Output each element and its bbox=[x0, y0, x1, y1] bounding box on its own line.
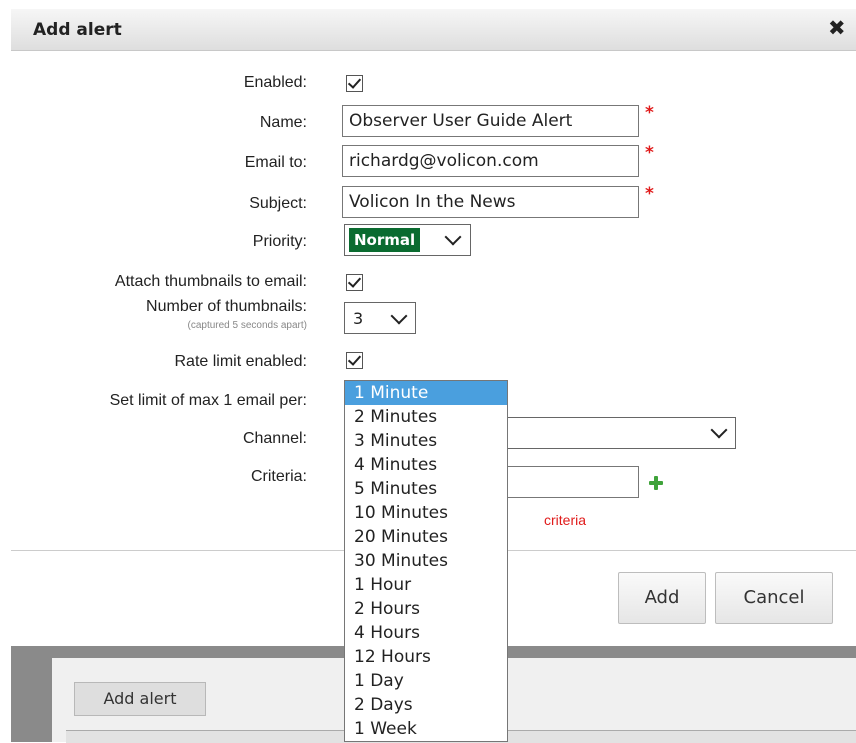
subject-label: Subject: bbox=[249, 195, 307, 212]
background-add-alert-button[interactable]: Add alert bbox=[74, 682, 206, 716]
num-thumbnails-value: 3 bbox=[353, 309, 364, 328]
dropdown-option[interactable]: 1 Day bbox=[345, 669, 507, 693]
name-input[interactable] bbox=[342, 105, 639, 137]
dropdown-option[interactable]: 3 Minutes bbox=[345, 429, 507, 453]
attach-thumbnails-checkbox[interactable] bbox=[346, 274, 363, 291]
rate-limit-label: Rate limit enabled: bbox=[174, 353, 307, 370]
chevron-down-icon bbox=[390, 307, 408, 325]
email-input[interactable] bbox=[342, 145, 639, 177]
chevron-down-icon bbox=[710, 421, 728, 439]
num-thumbnails-label: Number of thumbnails: bbox=[146, 298, 307, 315]
priority-select[interactable]: Normal bbox=[344, 224, 471, 256]
criteria-error-message: criteria bbox=[544, 512, 587, 528]
email-required-marker: * bbox=[645, 143, 654, 163]
rate-limit-checkbox[interactable] bbox=[346, 352, 363, 369]
rate-limit-dropdown-list[interactable]: 1 Minute 2 Minutes 3 Minutes 4 Minutes 5… bbox=[344, 380, 508, 742]
enabled-label: Enabled: bbox=[243, 74, 307, 91]
dropdown-option[interactable]: 12 Hours bbox=[345, 645, 507, 669]
chevron-down-icon bbox=[444, 228, 462, 246]
dropdown-option[interactable]: 5 Minutes bbox=[345, 477, 507, 501]
dropdown-option[interactable]: 1 Week bbox=[345, 717, 507, 741]
email-label: Email to: bbox=[244, 154, 307, 171]
set-limit-label: Set limit of max 1 email per: bbox=[109, 392, 307, 409]
dropdown-option[interactable]: 2 Days bbox=[345, 693, 507, 717]
attach-thumbnails-label: Attach thumbnails to email: bbox=[114, 273, 307, 290]
enabled-checkbox[interactable] bbox=[346, 75, 363, 92]
dropdown-option[interactable]: 30 Minutes bbox=[345, 549, 507, 573]
add-criteria-icon[interactable] bbox=[649, 476, 663, 490]
dropdown-option[interactable]: 20 Minutes bbox=[345, 525, 507, 549]
num-thumbnails-select[interactable]: 3 bbox=[344, 302, 416, 334]
subject-input[interactable] bbox=[342, 186, 639, 218]
dropdown-option[interactable]: 2 Hours bbox=[345, 597, 507, 621]
dropdown-option[interactable]: 1 Hour bbox=[345, 573, 507, 597]
subject-required-marker: * bbox=[645, 184, 654, 204]
num-thumbnails-note: (captured 5 seconds apart) bbox=[187, 320, 307, 331]
dropdown-option[interactable]: 2 Minutes bbox=[345, 405, 507, 429]
dropdown-option[interactable]: 10 Minutes bbox=[345, 501, 507, 525]
dropdown-option[interactable]: 4 Hours bbox=[345, 621, 507, 645]
cancel-button[interactable]: Cancel bbox=[715, 572, 833, 624]
criteria-label: Criteria: bbox=[250, 468, 307, 485]
dropdown-option[interactable]: 4 Minutes bbox=[345, 453, 507, 477]
dialog-titlebar: Add alert ✖ bbox=[11, 9, 856, 51]
add-button[interactable]: Add bbox=[618, 572, 706, 624]
dialog-title: Add alert bbox=[33, 20, 122, 40]
channel-label: Channel: bbox=[242, 430, 307, 447]
dropdown-option[interactable]: 1 Minute bbox=[345, 381, 507, 405]
priority-label: Priority: bbox=[252, 233, 307, 250]
priority-value: Normal bbox=[349, 228, 421, 252]
name-required-marker: * bbox=[645, 103, 654, 123]
name-label: Name: bbox=[259, 114, 307, 131]
close-icon[interactable]: ✖ bbox=[828, 16, 846, 40]
